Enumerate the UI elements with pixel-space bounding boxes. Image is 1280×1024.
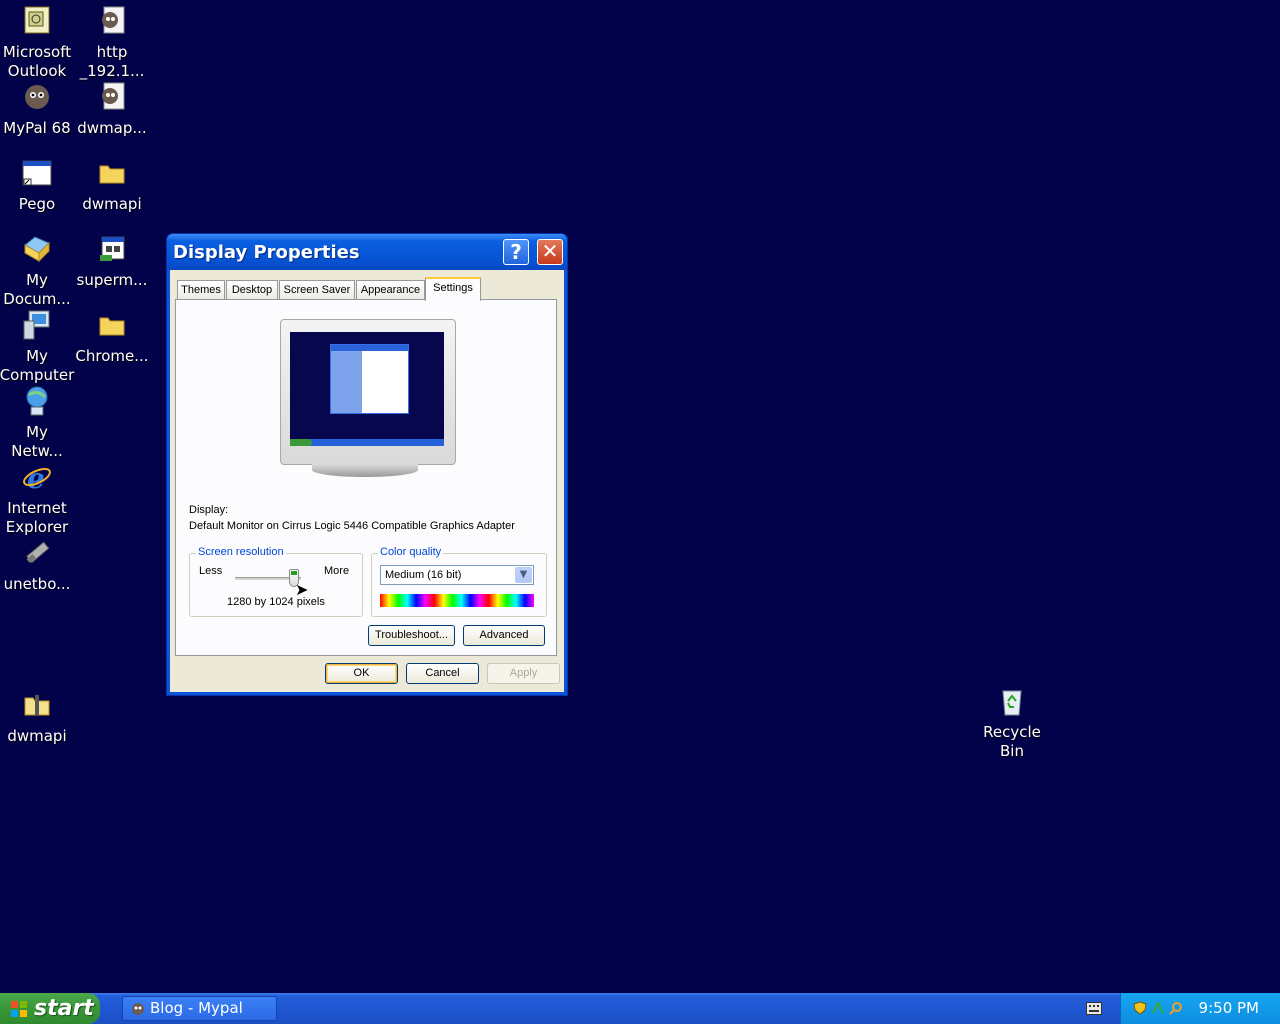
desktop-icon-dwmapi-zip[interactable]: dwmapi	[0, 689, 75, 746]
ie-icon: e	[21, 461, 53, 493]
close-button[interactable]: ✕	[537, 239, 563, 265]
search-icon[interactable]	[1169, 1001, 1183, 1015]
desktop-icon-dwmapi-folder[interactable]: dwmapi	[74, 157, 150, 214]
desktop-icon-label: My Computer	[0, 347, 75, 384]
preview-taskbar	[290, 439, 444, 446]
app-window-icon	[21, 157, 53, 189]
my-computer-icon	[21, 309, 53, 341]
start-button[interactable]: start	[0, 993, 100, 1024]
tab-themes[interactable]: Themes	[177, 280, 225, 299]
tab-desktop[interactable]: Desktop	[226, 280, 278, 299]
color-quality-group: Color quality Medium (16 bit) ▼	[371, 546, 547, 617]
svg-text:e: e	[27, 462, 45, 493]
desktop-icon-my-computer[interactable]: My Computer	[0, 309, 75, 385]
zip-folder-icon	[21, 689, 53, 721]
color-quality-select[interactable]: Medium (16 bit) ▼	[380, 565, 534, 585]
monitor-stand	[312, 463, 418, 477]
desktop-icon-label: My Docum...	[3, 271, 71, 308]
setup-icon	[96, 233, 128, 265]
my-documents-icon	[21, 233, 53, 265]
raccoon-icon	[132, 1003, 144, 1015]
color-quality-value: Medium (16 bit)	[385, 569, 462, 581]
desktop-icon-dwmap[interactable]: dwmap...	[74, 81, 150, 138]
desktop-icon-outlook[interactable]: Microsoft Outlook	[0, 5, 75, 81]
desktop-icon-label: dwmap...	[77, 119, 147, 137]
advanced-button[interactable]: Advanced	[463, 625, 545, 646]
clock[interactable]: 9:50 PM	[1199, 999, 1259, 1017]
color-quality-title: Color quality	[378, 546, 444, 558]
taskbar: start Blog - Mypal 9:50 PM	[0, 993, 1280, 1024]
slider-more-label: More	[324, 565, 350, 577]
usb-icon	[21, 537, 53, 569]
folder-icon	[96, 157, 128, 189]
raccoon-doc-icon	[96, 81, 128, 113]
desktop-icon-superm[interactable]: superm...	[74, 233, 150, 290]
folder-icon	[96, 309, 128, 341]
desktop-icon-mypal[interactable]: MyPal 68	[0, 81, 75, 138]
security-shield-icon[interactable]	[1133, 1001, 1147, 1015]
help-button[interactable]: ?	[503, 239, 529, 265]
network-status-icon[interactable]	[1151, 1001, 1165, 1015]
raccoon-icon	[21, 81, 53, 113]
cancel-button[interactable]: Cancel	[406, 663, 479, 684]
desktop-icon-my-documents[interactable]: My Docum...	[0, 233, 75, 309]
taskbar-item-blog-mypal[interactable]: Blog - Mypal	[122, 996, 277, 1021]
system-tray: 9:50 PM	[1120, 993, 1280, 1024]
display-label: Display:	[189, 504, 229, 516]
desktop-icon-label: MyPal 68	[3, 119, 71, 137]
chevron-down-icon[interactable]: ▼	[515, 567, 532, 583]
outlook-icon	[21, 5, 53, 37]
tab-screen-saver[interactable]: Screen Saver	[279, 280, 355, 299]
tab-settings[interactable]: Settings	[425, 277, 481, 301]
troubleshoot-button[interactable]: Troubleshoot...	[368, 625, 455, 646]
desktop-icon-chrome-folder[interactable]: Chrome...	[74, 309, 150, 366]
tab-appearance[interactable]: Appearance	[356, 280, 425, 299]
desktop-icon-recycle-bin[interactable]: Recycle Bin	[974, 685, 1050, 761]
desktop-icon-label: http _192.1...	[79, 43, 145, 80]
settings-panel: Display: Default Monitor on Cirrus Logic…	[175, 299, 557, 656]
desktop-icon-label: Microsoft Outlook	[2, 43, 72, 80]
desktop-icon-label: Chrome...	[75, 347, 149, 365]
taskbar-item-label: Blog - Mypal	[150, 999, 243, 1017]
desktop-icon-label: dwmapi	[82, 195, 142, 213]
preview-window	[330, 344, 409, 414]
desktop-icon-unetbootin[interactable]: unetbo...	[0, 537, 75, 594]
windows-flag-icon	[11, 1001, 27, 1017]
screen-resolution-title: Screen resolution	[196, 546, 286, 558]
keyboard-icon[interactable]	[1086, 1002, 1102, 1015]
title-bar[interactable]: Display Properties ? ✕	[167, 234, 567, 270]
color-spectrum-bar	[380, 594, 534, 607]
slider-less-label: Less	[199, 565, 223, 577]
dialog-client: Themes Desktop Screen Saver Appearance S…	[170, 270, 564, 692]
desktop-icon-http[interactable]: http _192.1...	[74, 5, 150, 81]
desktop-icon-my-network[interactable]: My Netw...	[0, 385, 75, 461]
network-icon	[21, 385, 53, 417]
desktop-icon-label: dwmapi	[7, 727, 67, 745]
apply-button: Apply	[487, 663, 560, 684]
monitor-preview	[280, 319, 456, 465]
display-properties-dialog: Display Properties ? ✕ Themes Desktop Sc…	[166, 233, 568, 696]
screen-resolution-group: Screen resolution Less More ➤ 1280 by 10…	[189, 546, 363, 617]
desktop-icon-label: Recycle Bin	[983, 723, 1041, 760]
desktop-icon-pego[interactable]: Pego	[0, 157, 75, 214]
ok-button[interactable]: OK	[325, 663, 398, 684]
resolution-value: 1280 by 1024 pixels	[227, 596, 325, 608]
desktop-icon-label: unetbo...	[3, 575, 71, 593]
desktop-icon-label: superm...	[76, 271, 148, 289]
desktop-icon-label: Pego	[18, 195, 56, 213]
start-label: start	[34, 996, 94, 1021]
display-value: Default Monitor on Cirrus Logic 5446 Com…	[189, 520, 515, 532]
raccoon-doc-icon	[96, 5, 128, 37]
desktop-icon-label: My Netw...	[11, 423, 63, 460]
monitor-screen	[290, 332, 444, 446]
dialog-title: Display Properties	[173, 242, 360, 263]
recycle-bin-icon	[996, 685, 1028, 717]
desktop-icon-label: Internet Explorer	[5, 499, 69, 536]
desktop-icon-internet-explorer[interactable]: e Internet Explorer	[0, 461, 75, 537]
